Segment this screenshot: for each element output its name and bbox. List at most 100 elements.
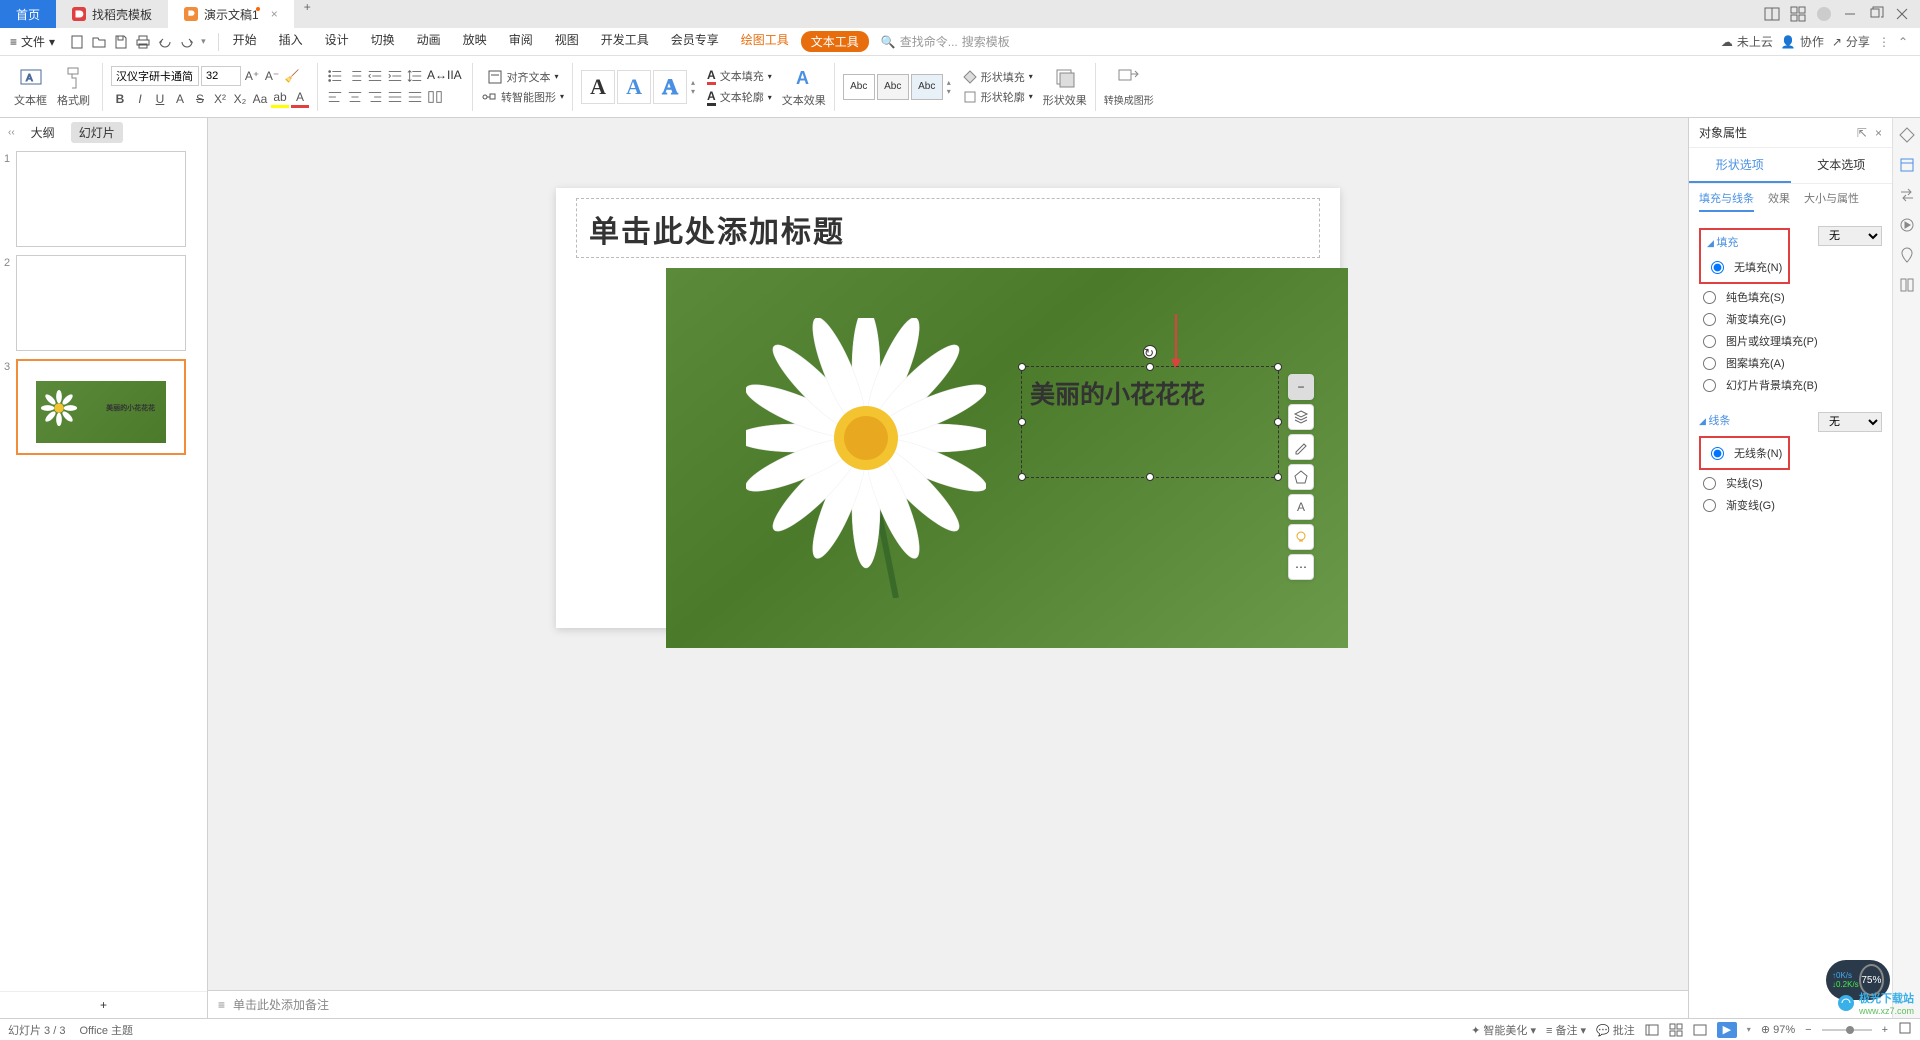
menu-text-tools[interactable]: 文本工具: [801, 31, 869, 52]
float-edit-button[interactable]: [1288, 434, 1314, 460]
resize-handle-ne[interactable]: [1274, 363, 1282, 371]
menu-view[interactable]: 视图: [545, 31, 589, 52]
tab-templates[interactable]: 找稻壳模板: [56, 0, 168, 28]
menu-devtools[interactable]: 开发工具: [591, 31, 659, 52]
file-menu[interactable]: ≡ 文件 ▾: [4, 33, 61, 50]
style-up-icon[interactable]: ▴: [691, 78, 695, 87]
menu-start[interactable]: 开始: [223, 31, 267, 52]
distribute-icon[interactable]: [406, 88, 424, 106]
sorter-view-icon[interactable]: [1669, 1023, 1683, 1037]
float-shape-button[interactable]: [1288, 464, 1314, 490]
text-style-2[interactable]: A: [617, 70, 651, 104]
resize-handle-se[interactable]: [1274, 473, 1282, 481]
zoom-out-icon[interactable]: −: [1805, 1024, 1811, 1036]
shape-outline-button[interactable]: 形状轮廓▾: [963, 89, 1033, 105]
text-fill-button[interactable]: A 文本填充▾: [707, 68, 772, 85]
props-close-icon[interactable]: ×: [1875, 126, 1882, 140]
zoom-button[interactable]: ⊕ 97%: [1761, 1023, 1795, 1036]
font-color-icon[interactable]: A: [291, 90, 309, 108]
undo-icon[interactable]: [157, 34, 173, 50]
skin-icon[interactable]: [1816, 6, 1832, 22]
solid-fill-radio[interactable]: 纯色填充(S): [1699, 286, 1882, 308]
rotate-handle[interactable]: ↻: [1143, 345, 1157, 359]
collab-button[interactable]: 👤协作: [1781, 33, 1824, 50]
tab-home[interactable]: 首页: [0, 0, 56, 28]
resize-handle-nw[interactable]: [1018, 363, 1026, 371]
resize-handle-w[interactable]: [1018, 418, 1026, 426]
text-style-1[interactable]: A: [581, 70, 615, 104]
text-direction-icon[interactable]: IIA: [446, 67, 464, 85]
menu-drawing-tools[interactable]: 绘图工具: [731, 31, 799, 52]
pattern-fill-radio[interactable]: 图案填充(A): [1699, 352, 1882, 374]
minimize-icon[interactable]: [1842, 6, 1858, 22]
change-case-icon[interactable]: Aa: [251, 90, 269, 108]
gradient-fill-radio[interactable]: 渐变填充(G): [1699, 308, 1882, 330]
comments-button[interactable]: 💬 批注: [1596, 1022, 1635, 1038]
search-cmd[interactable]: 查找命令...: [900, 33, 958, 50]
bullets-icon[interactable]: [326, 67, 344, 85]
to-picture-button[interactable]: 转换成图形: [1100, 64, 1158, 109]
style-down-icon[interactable]: ▾: [691, 87, 695, 96]
effect-subtab[interactable]: 效果: [1768, 190, 1790, 212]
close-icon[interactable]: ×: [271, 7, 278, 21]
resize-handle-sw[interactable]: [1018, 473, 1026, 481]
zoom-in-icon[interactable]: +: [1882, 1024, 1888, 1036]
pin-icon[interactable]: ⇱: [1857, 126, 1867, 140]
resize-handle-e[interactable]: [1274, 418, 1282, 426]
numbering-icon[interactable]: [346, 67, 364, 85]
textbox-content[interactable]: 美丽的小花花花: [1022, 367, 1278, 419]
line-section-title[interactable]: 线条: [1699, 412, 1818, 428]
more-icon[interactable]: ⋮: [1878, 35, 1890, 49]
bg-fill-radio[interactable]: 幻灯片背景填充(B): [1699, 374, 1882, 396]
size-subtab[interactable]: 大小与属性: [1804, 190, 1859, 212]
add-slide-button[interactable]: +: [0, 991, 207, 1018]
font-name-combo[interactable]: [111, 66, 199, 86]
shadow-icon[interactable]: A: [171, 90, 189, 108]
menu-transition[interactable]: 切换: [361, 31, 405, 52]
menu-review[interactable]: 审阅: [499, 31, 543, 52]
menu-design[interactable]: 设计: [315, 31, 359, 52]
shape-style-3[interactable]: Abc: [911, 74, 943, 100]
search-template[interactable]: 搜索模板: [962, 33, 1010, 50]
zoom-slider[interactable]: [1822, 1029, 1872, 1031]
collapse-icon[interactable]: ‹‹: [8, 127, 15, 138]
chevron-down-icon[interactable]: ▾: [201, 36, 206, 47]
smart-shape-button[interactable]: 转智能图形▾: [481, 89, 564, 105]
float-idea-button[interactable]: [1288, 524, 1314, 550]
no-line-radio[interactable]: 无线条(N): [1707, 442, 1782, 464]
collapse-ribbon-icon[interactable]: ⌃: [1898, 35, 1908, 49]
textbox-button[interactable]: A 文本框: [10, 64, 51, 110]
outline-tab[interactable]: 大纲: [23, 122, 63, 143]
align-left-icon[interactable]: [326, 88, 344, 106]
format-painter-button[interactable]: 格式刷: [53, 64, 94, 110]
indent-dec-icon[interactable]: [366, 67, 384, 85]
notes-button[interactable]: ≡ 备注 ▾: [1546, 1022, 1586, 1038]
shape-style-1[interactable]: Abc: [843, 74, 875, 100]
beautify-button[interactable]: ✦ 智能美化 ▾: [1471, 1022, 1536, 1038]
superscript-icon[interactable]: X²: [211, 90, 229, 108]
float-collapse-button[interactable]: −: [1288, 374, 1314, 400]
diamond-icon[interactable]: [1898, 126, 1916, 144]
convert-icon[interactable]: [1898, 186, 1916, 204]
slide-thumb-3[interactable]: 3 美丽的小花花花: [4, 359, 203, 455]
fill-line-subtab[interactable]: 填充与线条: [1699, 190, 1754, 212]
menu-slideshow[interactable]: 放映: [453, 31, 497, 52]
shape-style-up-icon[interactable]: ▴: [947, 78, 951, 87]
bold-icon[interactable]: B: [111, 90, 129, 108]
subscript-icon[interactable]: X₂: [231, 90, 249, 108]
align-text-button[interactable]: 对齐文本▾: [487, 69, 559, 85]
solid-line-radio[interactable]: 实线(S): [1699, 472, 1882, 494]
shape-style-2[interactable]: Abc: [877, 74, 909, 100]
char-spacing-icon[interactable]: A↔: [426, 67, 444, 85]
menu-vip[interactable]: 会员专享: [661, 31, 729, 52]
text-options-tab[interactable]: 文本选项: [1791, 148, 1893, 183]
fill-preset-combo[interactable]: 无: [1818, 226, 1882, 246]
resize-handle-s[interactable]: [1146, 473, 1154, 481]
clear-format-icon[interactable]: 🧹: [283, 67, 301, 85]
shape-style-down-icon[interactable]: ▾: [947, 87, 951, 96]
tab-doc1[interactable]: 演示文稿1 ×: [168, 0, 294, 28]
picture-fill-radio[interactable]: 图片或纹理填充(P): [1699, 330, 1882, 352]
float-text-button[interactable]: A: [1288, 494, 1314, 520]
grid-icon[interactable]: [1790, 6, 1806, 22]
notes-bar[interactable]: ≡ 单击此处添加备注: [208, 990, 1688, 1018]
